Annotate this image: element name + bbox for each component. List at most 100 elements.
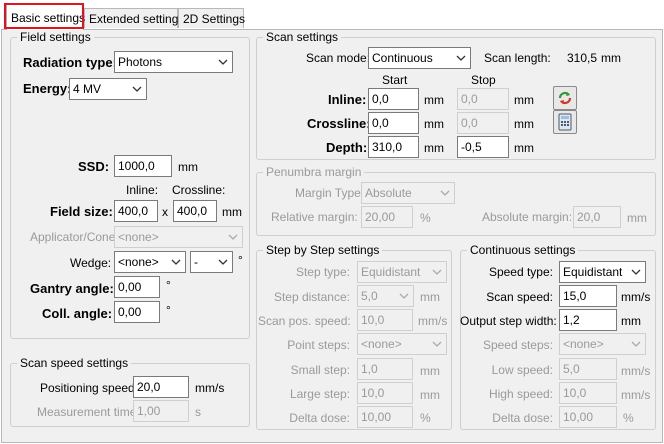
applicator-select[interactable]: <none> [114,226,243,248]
field-size-label: Field size: [50,204,113,219]
speed-type-label: Speed type: [488,265,553,279]
chevron-down-icon [456,55,466,61]
chevron-down-icon [228,234,238,240]
output-step-width-input[interactable]: 1,2 [559,309,617,331]
energy-select[interactable]: 4 MV [69,78,147,100]
high-speed-unit: mm/s [621,388,651,402]
chevron-down-icon [218,59,228,65]
chevron-down-icon [440,190,450,196]
coll-angle-label: Coll. angle: [42,306,113,321]
scan-length-value: 310,5 [567,51,598,65]
scan-mode-select[interactable]: Continuous [368,47,471,69]
field-size-inline-input[interactable]: 400,0 [114,200,158,222]
wedge-label: Wedge: [70,256,112,270]
cont-delta-dose-unit: % [623,411,634,425]
point-steps-select[interactable]: <none> [357,333,447,355]
tab-2d-settings[interactable]: 2D Settings [178,8,245,28]
speed-steps-select[interactable]: <none> [559,333,646,355]
low-speed-label: Low speed: [491,363,553,377]
chevron-down-icon [432,269,442,275]
margin-type-label: Margin Type: [295,186,365,200]
scan-pos-speed-unit: mm/s [418,314,448,328]
stop-header: Stop [471,73,496,87]
inline-header: Inline: [126,183,159,197]
small-step-unit: mm [420,364,440,378]
ssd-label: SSD: [78,159,110,174]
absolute-margin-input[interactable]: 20,0 [573,206,621,228]
large-step-input[interactable]: 10,0 [357,382,413,404]
field-size-crossline-input[interactable]: 400,0 [173,200,217,222]
crossline-start-input[interactable]: 0,0 [368,112,419,134]
group-title: Scan speed settings [17,356,132,370]
reset-arrows-icon [558,91,572,105]
radiation-type-label: Radiation type: [23,55,117,70]
step-type-label: Step type: [295,265,350,279]
measurement-time-input[interactable]: 1,00 [133,400,189,422]
inline-start-input[interactable]: 0,0 [368,88,419,110]
scan-length-label: Scan length: [484,51,551,65]
relative-margin-unit: % [420,211,431,225]
depth-stop-input[interactable]: -0,5 [457,136,509,158]
scan-pos-speed-input[interactable]: 10,0 [357,309,413,331]
step-distance-select[interactable]: 5,0 [357,285,414,307]
relative-margin-input[interactable]: 20,00 [361,206,413,228]
scan-speed-label: Scan speed: [486,290,553,304]
low-speed-unit: mm/s [621,364,651,378]
gantry-angle-label: Gantry angle: [30,281,114,296]
crossline-stop-input[interactable]: 0,0 [457,112,509,134]
wedge-direction-select[interactable]: - [190,251,233,273]
inline-stop-unit: mm [514,93,534,107]
tab-highlight-box [4,3,84,29]
inline-label: Inline: [328,92,367,107]
coll-angle-unit: ° [166,303,171,317]
high-speed-label: High speed: [488,387,553,401]
large-step-unit: mm [420,388,440,402]
high-speed-input[interactable]: 10,0 [559,382,617,404]
field-size-unit: mm [222,205,242,219]
wedge-select[interactable]: <none> [114,251,186,273]
x-separator: x [162,205,168,219]
scan-mode-label: Scan mode: [306,51,371,65]
step-distance-unit: mm [420,290,440,304]
energy-label: Energy: [23,81,72,96]
radiation-type-select[interactable]: Photons [114,51,233,73]
cont-delta-dose-label: Delta dose: [492,411,553,425]
ssd-unit: mm [178,160,198,174]
positioning-speed-input[interactable]: 20,0 [133,376,189,398]
speed-type-select[interactable]: Equidistant [559,261,646,283]
output-step-width-unit: mm [621,314,641,328]
step-type-select[interactable]: Equidistant [357,261,447,283]
measurement-time-unit: s [195,405,201,419]
small-step-input[interactable]: 1,0 [357,358,413,380]
scan-speed-unit: mm/s [621,290,651,304]
depth-label: Depth: [326,140,368,155]
point-steps-label: Point steps: [287,338,350,352]
inline-stop-input[interactable]: 0,0 [457,88,509,110]
chevron-down-icon [218,259,228,265]
low-speed-input[interactable]: 5,0 [559,358,617,380]
tab-extended-settings[interactable]: Extended settings [84,8,184,28]
depth-start-input[interactable]: 310,0 [368,136,419,158]
step-distance-label: Step distance: [273,290,350,304]
large-step-label: Large step: [289,387,350,401]
calculator-button[interactable] [553,110,577,134]
small-step-label: Small step: [290,363,350,377]
chevron-down-icon [171,259,181,265]
applicator-label: Applicator/Cone: [30,230,119,244]
chevron-down-icon [631,269,641,275]
inline-start-unit: mm [424,93,444,107]
chevron-down-icon [132,86,142,92]
reset-button[interactable] [553,86,577,110]
gantry-angle-input[interactable]: 0,00 [114,276,160,298]
measurement-time-label: Measurement time: [37,405,140,419]
ssd-input[interactable]: 1000,0 [114,155,172,177]
absolute-margin-label: Absolute margin: [482,210,573,224]
chevron-down-icon [399,293,409,299]
crossline-start-unit: mm [424,117,444,131]
margin-type-select[interactable]: Absolute [361,182,455,204]
group-title: Field settings [17,30,94,44]
scan-speed-input[interactable]: 15,0 [559,285,617,307]
step-delta-dose-input[interactable]: 10,00 [357,406,413,428]
coll-angle-input[interactable]: 0,00 [114,301,160,323]
cont-delta-dose-input[interactable]: 10,00 [559,406,617,428]
